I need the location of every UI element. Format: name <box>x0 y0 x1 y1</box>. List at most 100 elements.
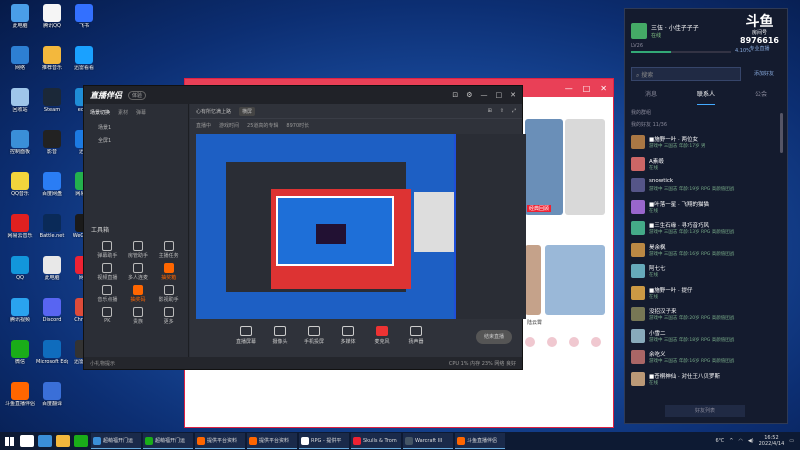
screen-icon[interactable]: ⊡ <box>452 91 458 99</box>
taskbar-item[interactable]: 超萌福开门运 <box>91 433 141 449</box>
tool-button[interactable]: 更多 <box>153 307 184 325</box>
weather-label[interactable]: 6℃ <box>715 438 724 444</box>
tab-material[interactable]: 素材 <box>118 109 128 116</box>
tool-button[interactable]: 影视助手 <box>153 285 184 303</box>
pinned-app-icon[interactable] <box>20 435 34 447</box>
desktop-icon[interactable]: QQ音乐 <box>4 172 36 197</box>
notification-icon[interactable]: ▭ <box>789 438 794 444</box>
friend-item[interactable]: 没招汉子来 游戏中 三国志 年龄:20岁 RPG 高颜值团战 <box>629 305 779 327</box>
favorite-icon[interactable] <box>591 337 601 347</box>
desktop-icon[interactable]: 百度网盘 <box>36 172 68 197</box>
friend-item[interactable]: ■施野一叶 · 两位女 游戏中 三国志 年龄:17岁 男 <box>629 133 779 155</box>
tool-button[interactable]: 贵族 <box>123 307 154 325</box>
pinned-app-icon[interactable] <box>74 435 88 447</box>
desktop-icon[interactable]: 百度翻译 <box>36 382 68 407</box>
desktop-icon[interactable]: 控制面板 <box>4 130 36 155</box>
scene-item[interactable]: 场景1 <box>84 121 188 134</box>
tab-scene-switch[interactable]: 场景切换 <box>90 109 110 116</box>
tool-button[interactable]: 视频直播 <box>92 263 123 281</box>
desktop-icon[interactable]: 此电脑 <box>36 256 68 281</box>
friend-item[interactable]: ■施野一叶 · 提仔 在线 <box>629 284 779 306</box>
app-titlebar[interactable]: 直播伴侣 体验 ⊡ ⚙ — □ ✕ <box>84 86 522 104</box>
share-icon[interactable]: ⇪ <box>500 108 504 114</box>
friends-header[interactable]: 我的好友 11/36 <box>631 121 667 128</box>
streaming-app-window[interactable]: 直播伴侣 体验 ⊡ ⚙ — □ ✕ 场景切换 素材 弹幕 场景1 全屏1 工具箱… <box>83 85 526 370</box>
desktop-icon[interactable]: Discord <box>36 298 68 323</box>
content-thumbnail[interactable] <box>525 119 563 215</box>
pinned-app-icon[interactable] <box>38 435 52 447</box>
tool-button[interactable]: 抽奖箱 <box>153 263 184 281</box>
friend-item[interactable]: 阿七七 在线 <box>629 262 779 284</box>
pinned-app-icon[interactable] <box>56 435 70 447</box>
desktop-icon[interactable]: 迅雷看看 <box>68 46 100 71</box>
desktop-icon[interactable]: Battle.net <box>36 214 68 239</box>
network-icon[interactable]: ◠ <box>738 438 742 444</box>
expand-icon[interactable]: ⤢ <box>512 108 516 114</box>
source-button[interactable]: 手机投屏 <box>303 326 325 345</box>
taskbar-item[interactable]: 超萌福开门运 <box>143 433 193 449</box>
tab-danmaku[interactable]: 弹幕 <box>136 109 146 116</box>
settings-icon[interactable]: ⚙ <box>466 91 472 99</box>
content-thumbnail[interactable] <box>525 245 541 315</box>
friend-item[interactable]: ■叶落一星 · 飞翔的猫猫 在线 <box>629 198 779 220</box>
tab-guild[interactable]: 公会 <box>755 89 767 105</box>
tool-button[interactable]: 房管助手 <box>123 241 154 259</box>
taskbar-item[interactable]: Skulls & Trom <box>351 433 401 449</box>
scene-item[interactable]: 全屏1 <box>84 134 188 147</box>
friend-list-button[interactable]: 好友列表 <box>665 405 745 417</box>
maximize-icon[interactable]: □ <box>583 84 591 93</box>
minimize-icon[interactable]: — <box>481 91 488 99</box>
tool-button[interactable]: 多人连麦 <box>123 263 154 281</box>
desktop-icon[interactable]: QQ <box>4 256 36 281</box>
content-thumbnail[interactable] <box>565 119 605 215</box>
avatar[interactable] <box>631 23 647 39</box>
taskbar-item[interactable]: 提供平台资料 <box>247 433 297 449</box>
start-button[interactable] <box>0 432 18 450</box>
desktop-icon[interactable]: Steam <box>36 88 68 113</box>
minimize-icon[interactable]: — <box>565 84 573 93</box>
desktop-icon[interactable]: 斗鱼直播伴侣 <box>4 382 36 407</box>
tab-contacts[interactable]: 联系人 <box>696 89 715 105</box>
orientation-chip[interactable]: 横屏 <box>239 106 256 116</box>
desktop-icon[interactable]: 回收站 <box>4 88 36 113</box>
clock[interactable]: 16:52 2022/4/14 <box>759 435 785 447</box>
source-button[interactable]: 多媒体 <box>337 326 359 345</box>
taskbar-item[interactable]: RPG - 提供平 <box>299 433 349 449</box>
friend-item[interactable]: ■苍桐神仙 · 对仕王八贝罗斯 在线 <box>629 370 779 392</box>
source-button[interactable]: 扬声器 <box>405 326 427 345</box>
friend-item[interactable]: A素缎 在线 <box>629 155 779 177</box>
stream-preview[interactable] <box>196 134 526 319</box>
volume-icon[interactable]: ◀) <box>748 438 754 444</box>
source-button[interactable]: 摄像头 <box>269 326 291 345</box>
group-header[interactable]: 我的群组 <box>631 109 651 116</box>
taskbar-item[interactable]: 斗鱼直播伴侣 <box>455 433 505 449</box>
desktop-icon[interactable]: 此电脑 <box>4 4 36 29</box>
friend-item[interactable]: ■三生石缘 · 寻巧音巧风 游戏中 三国志 年龄:13岁 RPG 高颜值团战 <box>629 219 779 241</box>
maximize-icon[interactable]: □ <box>496 91 503 99</box>
tool-button[interactable]: 抽奖码 <box>123 285 154 303</box>
close-icon[interactable]: ✕ <box>600 84 607 93</box>
desktop-icon[interactable]: Microsoft Edge <box>36 340 68 365</box>
desktop-icon[interactable]: 影音 <box>36 130 68 155</box>
scrollbar[interactable] <box>780 113 783 153</box>
layout-icon[interactable]: ⊞ <box>488 108 492 114</box>
desktop-icon[interactable]: 腾讯QQ <box>36 4 68 29</box>
search-input[interactable]: ⌕ 搜索 <box>631 67 741 81</box>
close-icon[interactable]: ✕ <box>510 91 516 99</box>
desktop-icon[interactable]: 微信 <box>4 340 36 365</box>
source-button[interactable]: 直播屏幕 <box>235 326 257 345</box>
stop-stream-button[interactable]: 结束直播 <box>476 330 512 344</box>
friend-item[interactable]: 昊余枫 游戏中 三国志 年龄:16岁 RPG 高颜值团战 <box>629 241 779 263</box>
taskbar-item[interactable]: 提供平台资料 <box>195 433 245 449</box>
desktop-icon[interactable]: 网络 <box>4 46 36 71</box>
tool-button[interactable]: 音乐点播 <box>92 285 123 303</box>
like-icon[interactable] <box>547 337 557 347</box>
tool-button[interactable]: PK <box>92 307 123 325</box>
desktop-icon[interactable]: 推荐音乐 <box>36 46 68 71</box>
friend-item[interactable]: snowtick 游戏中 三国志 年龄:19岁 RPG 高颜值团战 <box>629 176 779 198</box>
content-thumbnail[interactable] <box>545 245 605 315</box>
tray-arrow-icon[interactable]: ^ <box>729 438 733 444</box>
friend-item[interactable]: 余吃义 游戏中 三国志 年龄:16岁 RPG 高颜值团战 <box>629 348 779 370</box>
taskbar-item[interactable]: Warcraft III <box>403 433 453 449</box>
comment-icon[interactable] <box>569 337 579 347</box>
